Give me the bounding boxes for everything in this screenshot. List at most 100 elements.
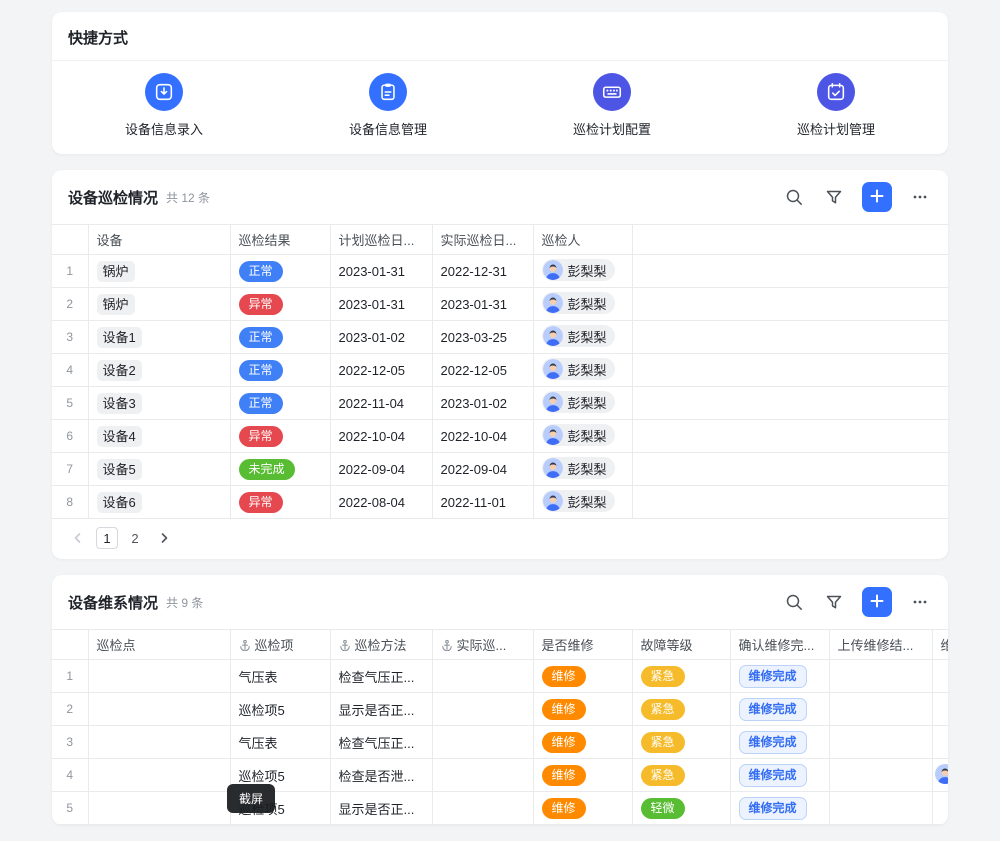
method-cell[interactable]: 检查气压正... (330, 726, 432, 759)
repair-cell[interactable]: 维修 (533, 759, 632, 792)
more-icon[interactable] (908, 590, 932, 614)
repair-done-button[interactable]: 维修完成 (739, 665, 807, 688)
result-cell[interactable]: 未完成 (230, 453, 330, 486)
page-button[interactable]: 1 (96, 527, 118, 549)
device-chip[interactable]: 设备3 (97, 393, 142, 414)
device-cell[interactable]: 设备6 (88, 486, 230, 519)
inspector-cell[interactable]: 彭梨梨 (533, 387, 632, 420)
result-cell[interactable]: 正常 (230, 354, 330, 387)
point-cell[interactable] (88, 759, 230, 792)
actual-cell[interactable] (432, 660, 533, 693)
level-cell[interactable]: 紧急 (632, 693, 730, 726)
device-cell[interactable]: 设备5 (88, 453, 230, 486)
extra-cell[interactable] (932, 792, 948, 825)
planned-date-cell[interactable]: 2022-11-04 (330, 387, 432, 420)
upload-cell[interactable] (829, 693, 932, 726)
device-cell[interactable]: 设备2 (88, 354, 230, 387)
inspector-cell[interactable]: 彭梨梨 (533, 321, 632, 354)
planned-date-cell[interactable]: 2022-12-05 (330, 354, 432, 387)
shortcut-item[interactable]: 设备信息管理 (276, 73, 500, 138)
page-button[interactable]: 2 (124, 527, 146, 549)
confirm-cell[interactable]: 维修完成 (730, 759, 829, 792)
method-cell[interactable]: 检查气压正... (330, 660, 432, 693)
search-icon[interactable] (782, 185, 806, 209)
column-header[interactable]: 巡检项 (230, 630, 330, 660)
shortcut-item[interactable]: 巡检计划管理 (724, 73, 948, 138)
actual-date-cell[interactable]: 2023-03-25 (432, 321, 533, 354)
actual-cell[interactable] (432, 726, 533, 759)
add-record-button[interactable] (862, 182, 892, 212)
item-cell[interactable]: 气压表 (230, 660, 330, 693)
device-chip[interactable]: 设备6 (97, 492, 142, 513)
actual-cell[interactable] (432, 759, 533, 792)
person-chip[interactable]: 彭梨梨 (542, 259, 615, 281)
device-chip[interactable]: 设备2 (97, 360, 142, 381)
upload-cell[interactable] (829, 792, 932, 825)
confirm-cell[interactable]: 维修完成 (730, 660, 829, 693)
column-header[interactable]: 巡检人 (533, 225, 632, 255)
point-cell[interactable] (88, 726, 230, 759)
actual-date-cell[interactable]: 2022-12-05 (432, 354, 533, 387)
person-chip[interactable]: 彭梨梨 (542, 490, 615, 512)
device-cell[interactable]: 锅炉 (88, 255, 230, 288)
result-cell[interactable]: 正常 (230, 321, 330, 354)
device-cell[interactable]: 设备1 (88, 321, 230, 354)
planned-date-cell[interactable]: 2022-09-04 (330, 453, 432, 486)
actual-cell[interactable] (432, 792, 533, 825)
search-icon[interactable] (782, 590, 806, 614)
extra-cell[interactable] (932, 693, 948, 726)
confirm-cell[interactable]: 维修完成 (730, 726, 829, 759)
add-record-button[interactable] (862, 587, 892, 617)
planned-date-cell[interactable]: 2022-08-04 (330, 486, 432, 519)
extra-cell[interactable] (932, 726, 948, 759)
inspector-cell[interactable]: 彭梨梨 (533, 354, 632, 387)
level-cell[interactable]: 紧急 (632, 660, 730, 693)
planned-date-cell[interactable]: 2023-01-31 (330, 288, 432, 321)
column-header[interactable]: 确认维修完... (730, 630, 829, 660)
actual-date-cell[interactable]: 2023-01-31 (432, 288, 533, 321)
column-header[interactable]: 巡检方法 (330, 630, 432, 660)
column-header[interactable]: 维... (932, 630, 948, 660)
inspector-cell[interactable]: 彭梨梨 (533, 420, 632, 453)
method-cell[interactable]: 显示是否正... (330, 792, 432, 825)
repair-cell[interactable]: 维修 (533, 726, 632, 759)
person-chip[interactable]: 彭梨梨 (542, 358, 615, 380)
point-cell[interactable] (88, 693, 230, 726)
prev-page-icon[interactable] (68, 528, 88, 548)
column-header[interactable]: 设备 (88, 225, 230, 255)
actual-date-cell[interactable]: 2022-09-04 (432, 453, 533, 486)
column-header[interactable]: 实际巡... (432, 630, 533, 660)
column-header[interactable]: 实际巡检日... (432, 225, 533, 255)
device-chip[interactable]: 设备1 (97, 327, 142, 348)
next-page-icon[interactable] (154, 528, 174, 548)
actual-date-cell[interactable]: 2022-11-01 (432, 486, 533, 519)
extra-cell[interactable] (932, 660, 948, 693)
actual-date-cell[interactable]: 2023-01-02 (432, 387, 533, 420)
point-cell[interactable] (88, 792, 230, 825)
method-cell[interactable]: 显示是否正... (330, 693, 432, 726)
repair-cell[interactable]: 维修 (533, 660, 632, 693)
column-header[interactable]: 上传维修结... (829, 630, 932, 660)
shortcut-item[interactable]: 设备信息录入 (52, 73, 276, 138)
device-chip[interactable]: 锅炉 (97, 294, 135, 315)
item-cell[interactable]: 巡检项5 (230, 693, 330, 726)
inspector-cell[interactable]: 彭梨梨 (533, 486, 632, 519)
planned-date-cell[interactable]: 2022-10-04 (330, 420, 432, 453)
result-cell[interactable]: 异常 (230, 486, 330, 519)
person-chip[interactable]: 彭梨梨 (542, 292, 615, 314)
actual-date-cell[interactable]: 2022-12-31 (432, 255, 533, 288)
person-chip[interactable]: 彭梨梨 (542, 325, 615, 347)
upload-cell[interactable] (829, 660, 932, 693)
level-cell[interactable]: 紧急 (632, 759, 730, 792)
device-cell[interactable]: 设备3 (88, 387, 230, 420)
result-cell[interactable]: 异常 (230, 420, 330, 453)
actual-date-cell[interactable]: 2022-10-04 (432, 420, 533, 453)
level-cell[interactable]: 紧急 (632, 726, 730, 759)
person-chip[interactable]: 彭梨梨 (542, 391, 615, 413)
point-cell[interactable] (88, 660, 230, 693)
upload-cell[interactable] (829, 759, 932, 792)
planned-date-cell[interactable]: 2023-01-31 (330, 255, 432, 288)
more-icon[interactable] (908, 185, 932, 209)
actual-cell[interactable] (432, 693, 533, 726)
column-header[interactable]: 巡检结果 (230, 225, 330, 255)
